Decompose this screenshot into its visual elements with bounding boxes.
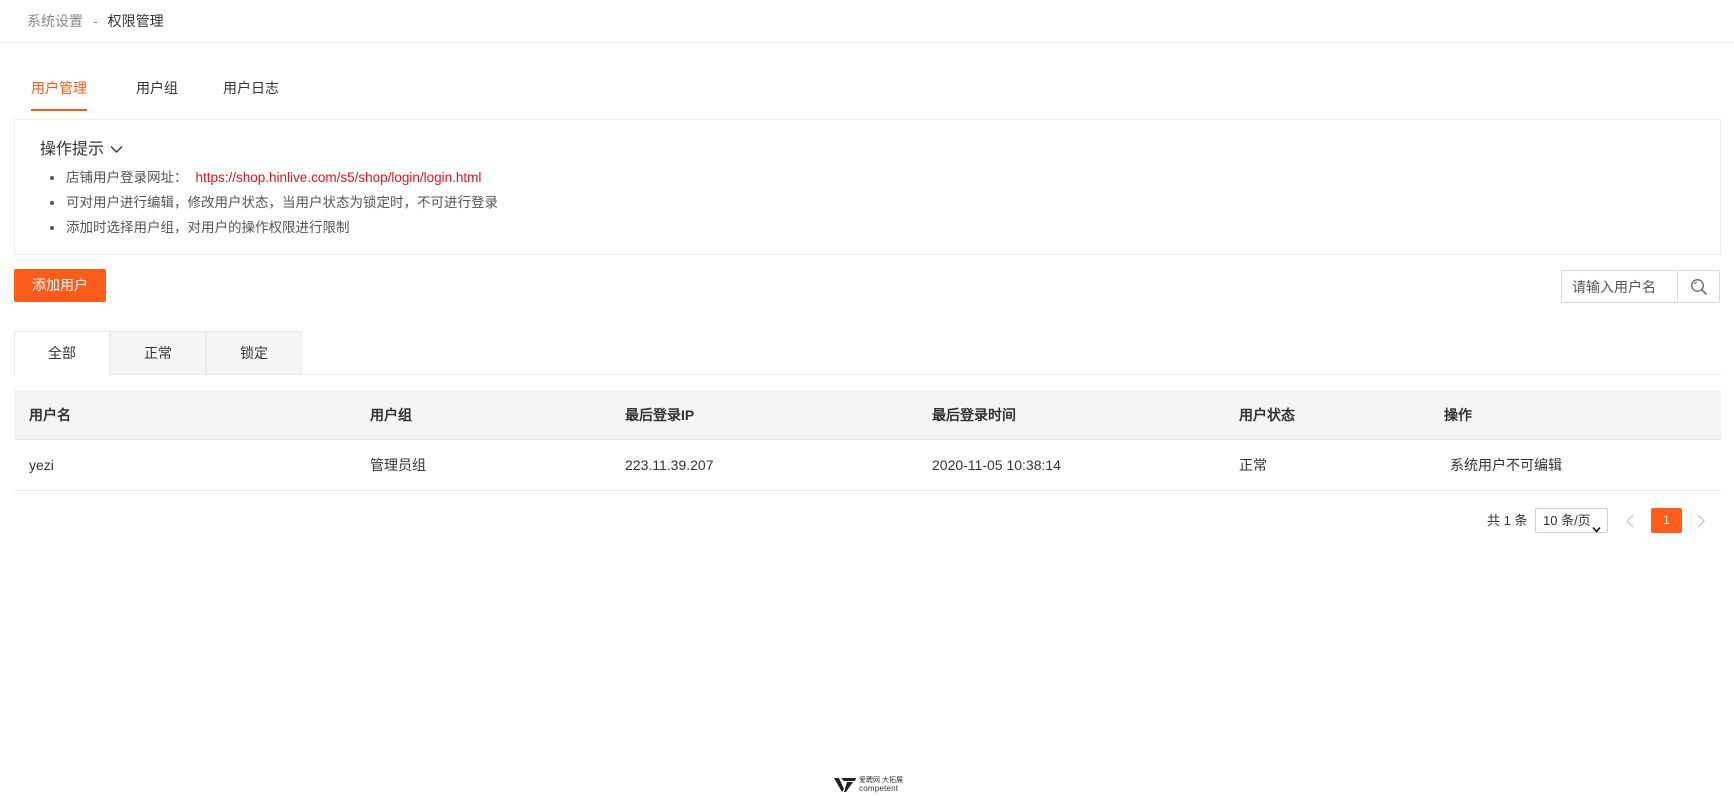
top-bar: 系统设置 - 权限管理: [0, 0, 1734, 43]
cell-status: 正常: [1239, 457, 1267, 473]
search-box: [1561, 270, 1720, 303]
logo-mark-icon: [834, 778, 856, 795]
tips-title: 操作提示: [40, 141, 105, 159]
footer-logo-text: 爱聘网 大拓展: [859, 777, 903, 784]
column-header-status: 用户状态: [1239, 407, 1295, 423]
add-user-button[interactable]: 添加用户: [14, 269, 106, 302]
tab-user-group[interactable]: 用户组: [136, 76, 178, 110]
chevron-right-icon: [1691, 514, 1709, 533]
tips-list: 店铺用户登录网址： https://shop.hinlive.com/s5/sho…: [50, 165, 498, 240]
search-button[interactable]: [1677, 271, 1719, 302]
chevron-left-icon: [1622, 514, 1640, 533]
footer-logo-subtext: competent: [859, 784, 899, 793]
chevron-down-icon: [1592, 517, 1601, 540]
breadcrumb-current: 权限管理: [107, 13, 164, 29]
tips-toggle[interactable]: 操作提示: [40, 139, 123, 161]
tip-item: 店铺用户登录网址： https://shop.hinlive.com/s5/sho…: [50, 165, 498, 190]
search-input[interactable]: [1562, 271, 1677, 302]
users-table: 用户名 用户组 最后登录IP 最后登录时间 用户状态 操作 yezi 管理员组 …: [14, 390, 1721, 491]
tip-item: 可对用户进行编辑，修改用户状态，当用户状态为锁定时，不可进行登录: [50, 190, 498, 215]
operation-tips-panel: 操作提示 店铺用户登录网址： https://shop.hinlive.com/s…: [14, 119, 1721, 255]
next-page-button[interactable]: [1691, 512, 1709, 530]
filter-tab-locked[interactable]: 锁定: [206, 331, 302, 375]
breadcrumb-separator: -: [93, 13, 98, 29]
status-filter-tabs: 全部 正常 锁定: [14, 331, 1721, 376]
filter-tab-normal[interactable]: 正常: [110, 331, 206, 375]
tip-text: 可对用户进行编辑，修改用户状态，当用户状态为锁定时，不可进行登录: [66, 195, 498, 210]
column-header-last-time: 最后登录时间: [932, 407, 1016, 423]
pagination-total: 共 1 条: [1487, 513, 1528, 528]
column-header-action: 操作: [1444, 407, 1472, 423]
cell-group: 管理员组: [370, 457, 426, 473]
tab-user-log[interactable]: 用户日志: [223, 76, 279, 110]
chevron-down-icon: [110, 139, 123, 161]
filter-tab-all[interactable]: 全部: [14, 331, 110, 376]
tab-user-management[interactable]: 用户管理: [31, 76, 87, 111]
cell-last-ip: 223.11.39.207: [625, 457, 714, 473]
cell-action: 系统用户不可编辑: [1450, 457, 1562, 473]
tip-item: 添加时选择用户组，对用户的操作权限进行限制: [50, 215, 498, 240]
tip-text: 店铺用户登录网址：: [66, 170, 188, 185]
login-url-link[interactable]: https://shop.hinlive.com/s5/shop/login/l…: [196, 170, 482, 185]
breadcrumb-parent[interactable]: 系统设置: [27, 13, 83, 29]
cell-last-time: 2020-11-05 10:38:14: [932, 457, 1061, 473]
column-header-username: 用户名: [29, 407, 71, 423]
table-row: yezi 管理员组 223.11.39.207 2020-11-05 10:38…: [14, 440, 1721, 491]
page-number-current[interactable]: 1: [1651, 508, 1682, 533]
column-header-group: 用户组: [370, 407, 412, 423]
column-header-last-ip: 最后登录IP: [625, 407, 695, 423]
table-header: 用户名 用户组 最后登录IP 最后登录时间 用户状态 操作: [14, 390, 1721, 440]
tip-text: 添加时选择用户组，对用户的操作权限进行限制: [66, 220, 350, 235]
page-size-select[interactable]: 10 条/页: [1535, 508, 1608, 533]
page-size-value: 10 条/页: [1543, 513, 1591, 528]
breadcrumb: 系统设置 - 权限管理: [27, 11, 164, 31]
previous-page-button[interactable]: [1622, 512, 1640, 530]
cell-username: yezi: [29, 457, 54, 473]
